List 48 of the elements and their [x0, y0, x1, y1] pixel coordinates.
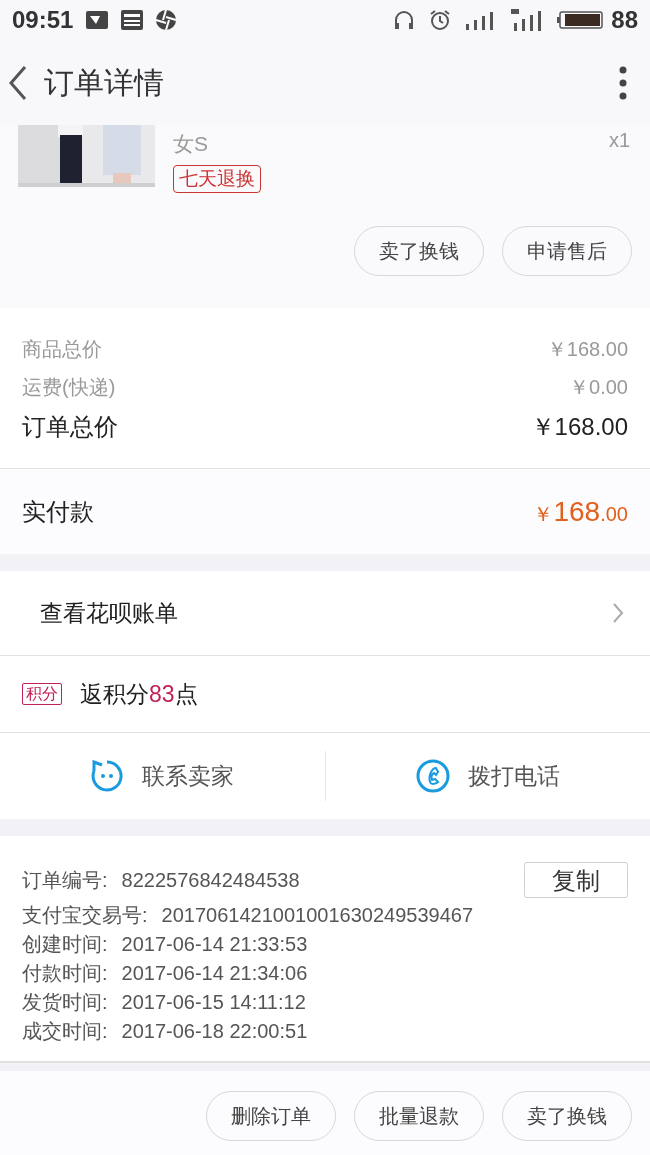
- info-label: 发货时间:: [22, 989, 108, 1015]
- return-tag: 七天退换: [173, 165, 261, 193]
- chevron-right-icon: [612, 602, 624, 624]
- contact-button[interactable]: 联系卖家: [0, 751, 325, 801]
- news-icon: [121, 10, 144, 30]
- paid-label: 实付款: [22, 496, 94, 527]
- battery-level: 88: [611, 5, 638, 35]
- alarm-icon: [429, 9, 452, 31]
- info-label: 付款时间:: [22, 960, 108, 986]
- back-icon: [8, 64, 28, 101]
- paid-amount: ￥168.00: [533, 494, 628, 529]
- price-value: ￥0.00: [569, 375, 628, 400]
- info-value: 2017-06-14 21:33:53: [121, 931, 308, 957]
- price-value: ￥168.00: [530, 412, 628, 442]
- action-button[interactable]: 批量退款: [354, 1091, 484, 1141]
- signal-4g-icon: [511, 9, 544, 31]
- aperture-icon: [155, 9, 178, 31]
- price-label: 运费(快递): [22, 375, 116, 400]
- contact-button[interactable]: 拨打电话: [324, 751, 650, 801]
- price-label: 商品总价: [22, 337, 102, 362]
- chat-face-icon: [90, 759, 125, 793]
- info-label: 成交时间:: [22, 1018, 108, 1044]
- info-label: 支付宝交易号:: [22, 902, 148, 928]
- info-value: 2017061421001001630249539467: [161, 902, 473, 928]
- info-value: 2017-06-18 22:00:51: [121, 1018, 308, 1044]
- headphones-icon: [393, 9, 416, 31]
- price-value: ￥168.00: [546, 337, 628, 362]
- product-spec: 女S: [173, 131, 208, 157]
- copy-button[interactable]: 复制: [524, 862, 628, 898]
- action-button[interactable]: 删除订单: [206, 1091, 336, 1141]
- action-button[interactable]: 申请售后: [502, 226, 632, 276]
- info-label: 创建时间:: [22, 931, 108, 957]
- points-badge: 积分: [22, 683, 62, 705]
- status-time: 09:51: [12, 5, 74, 35]
- info-label: 订单编号:: [22, 868, 108, 893]
- action-button[interactable]: 卖了换钱: [502, 1091, 632, 1141]
- info-value: 2017-06-14 21:34:06: [121, 960, 308, 986]
- more-icon: [619, 65, 627, 100]
- action-button[interactable]: 卖了换钱: [354, 226, 484, 276]
- points-text: 返积分83点: [80, 679, 198, 709]
- phone-icon: [415, 759, 450, 793]
- info-value: 8222576842484538: [121, 868, 300, 893]
- battery-icon: [557, 10, 604, 30]
- huabei-row[interactable]: 查看花呗账单: [0, 571, 650, 656]
- info-value: 2017-06-15 14:11:12: [121, 989, 306, 1015]
- page-title: 订单详情: [44, 65, 165, 101]
- price-label: 订单总价: [22, 412, 118, 442]
- quantity: x1: [608, 128, 630, 153]
